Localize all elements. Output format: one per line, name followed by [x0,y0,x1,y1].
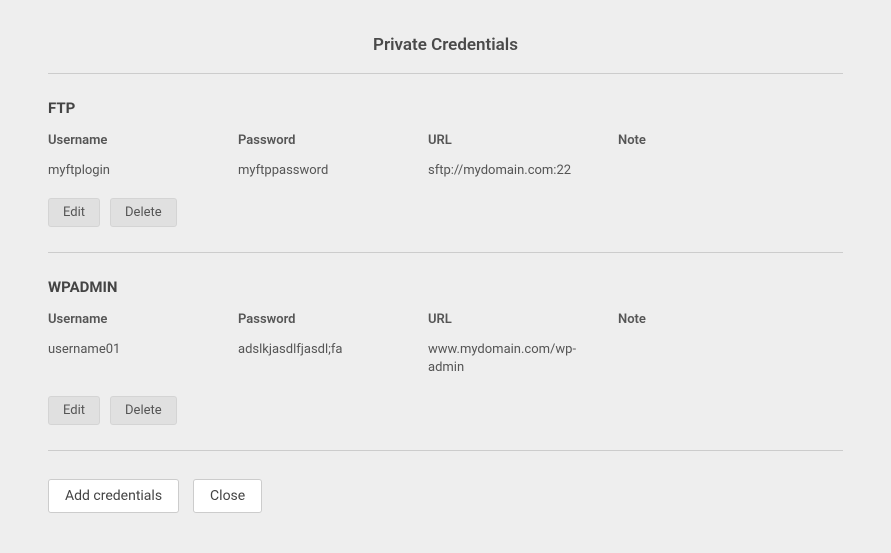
section-title: FTP [48,99,843,117]
edit-button[interactable]: Edit [48,396,100,425]
delete-button[interactable]: Delete [110,396,177,425]
column-header-note: Note [618,133,646,148]
section-title: WPADMIN [48,278,843,296]
credential-section-wpadmin: WPADMIN Username Password URL Note usern… [48,253,843,450]
url-value: www.mydomain.com/wp-admin [428,341,618,377]
password-value: adslkjasdlfjasdl;fa [238,341,428,377]
footer-actions: Add credentials Close [48,451,843,513]
username-value: myftplogin [48,162,238,180]
close-button[interactable]: Close [193,479,262,513]
column-header-username: Username [48,312,107,327]
username-value: username01 [48,341,238,377]
column-header-note: Note [618,312,646,327]
note-value [618,341,636,377]
url-value: sftp://mydomain.com:22 [428,162,618,180]
column-header-password: Password [238,312,295,327]
page-title: Private Credentials [48,35,843,74]
column-header-url: URL [428,312,452,327]
note-value [618,162,636,180]
column-header-url: URL [428,133,452,148]
add-credentials-button[interactable]: Add credentials [48,479,179,513]
delete-button[interactable]: Delete [110,198,177,227]
edit-button[interactable]: Edit [48,198,100,227]
column-header-username: Username [48,133,107,148]
credential-section-ftp: FTP Username Password URL Note myftplogi… [48,74,843,253]
password-value: myftppassword [238,162,428,180]
column-header-password: Password [238,133,295,148]
